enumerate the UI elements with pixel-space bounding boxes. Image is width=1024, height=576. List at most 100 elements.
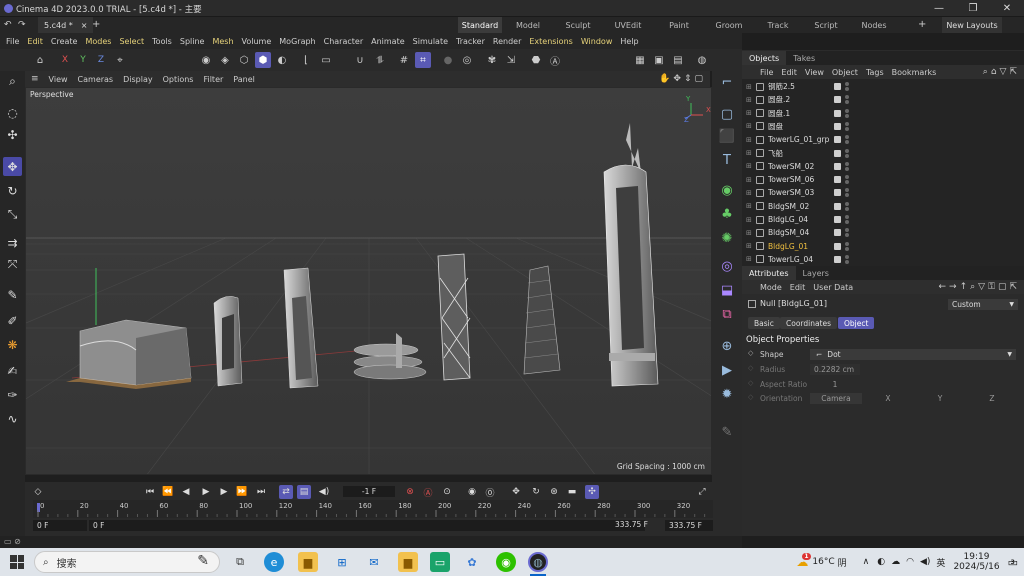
menu-animate[interactable]: Animate <box>371 37 405 46</box>
menu-tracker[interactable]: Tracker <box>456 37 485 46</box>
visibility-dots-icon[interactable] <box>845 188 849 198</box>
objects-menu-file[interactable]: File <box>760 68 773 77</box>
soft-selection-icon[interactable]: ⥮ <box>372 52 388 68</box>
visibility-dots-icon[interactable] <box>845 228 849 238</box>
polygons-mode-icon[interactable]: ⬡ <box>236 52 252 68</box>
app-blue-icon[interactable]: ✿ <box>462 552 482 572</box>
folder-icon[interactable]: ▆ <box>398 552 418 572</box>
transfer-tool-icon[interactable]: ⇉ <box>3 233 22 252</box>
timeline-expand-icon[interactable]: ⤢ <box>695 485 709 499</box>
attributes-menu-mode[interactable]: Mode <box>760 283 782 292</box>
volume-icon[interactable]: ◀) <box>920 557 930 567</box>
text-object-icon[interactable]: T <box>717 150 737 170</box>
visibility-dots-icon[interactable] <box>845 161 849 171</box>
expand-icon[interactable]: ⊞ <box>746 136 756 144</box>
cube-object-icon[interactable]: ⬛ <box>717 126 737 146</box>
play-icon[interactable]: ▶ <box>199 485 213 499</box>
orientation-camera-button[interactable]: Camera <box>810 393 862 404</box>
expand-icon[interactable]: ⊞ <box>746 83 756 91</box>
task-view-icon[interactable]: ⧉ <box>230 552 250 572</box>
viewport-menu-view[interactable]: View <box>49 75 68 84</box>
taskbar-search-box[interactable]: ⌕ 搜索 ✎ <box>34 551 220 573</box>
orientation-x-button[interactable]: X <box>862 394 914 403</box>
deformer-icon[interactable]: ⇲ <box>503 52 519 68</box>
prev-key-icon[interactable]: ⏪ <box>161 485 175 499</box>
tab-objects[interactable]: Objects <box>742 51 787 65</box>
workplane-icon[interactable]: ▭ <box>318 52 334 68</box>
end-frame-field[interactable]: 333.75 F <box>665 520 713 531</box>
preset-dropdown[interactable]: Custom ▼ <box>948 299 1018 310</box>
viewport-menu-display[interactable]: Display <box>123 75 153 84</box>
building-bldglg-01[interactable] <box>66 319 192 389</box>
model-mode-icon[interactable]: ⌂ <box>32 52 48 68</box>
timeline-ruler[interactable]: 0 20 40 60 80 100 120 140 160 180 200 220 240 260 280 3… <box>33 500 713 518</box>
fps-icon[interactable]: ▤ <box>297 485 311 499</box>
objects-menu-tags[interactable]: Tags <box>866 68 884 77</box>
undo-icon[interactable]: ↶ <box>4 20 12 30</box>
layer-check-icon[interactable] <box>834 96 841 104</box>
expand-icon[interactable]: ⊞ <box>746 189 756 197</box>
menu-window[interactable]: Window <box>581 37 613 46</box>
snap-icon[interactable]: ⌊ <box>298 52 314 68</box>
object-list-item[interactable]: ⊞ 圆盘 <box>742 120 1024 133</box>
goto-end-icon[interactable]: ⏭ <box>254 485 268 499</box>
prev-frame-icon[interactable]: ◀ <box>179 485 193 499</box>
menu-extensions[interactable]: Extensions <box>529 37 572 46</box>
current-frame-field[interactable]: -1 F <box>343 486 395 497</box>
layer-check-icon[interactable] <box>834 149 841 157</box>
visibility-dots-icon[interactable] <box>845 121 849 131</box>
field-icon[interactable]: ⬓ <box>717 280 737 300</box>
viewport-menu-filter[interactable]: Filter <box>203 75 223 84</box>
select-tool-icon[interactable]: ◌ <box>3 103 22 122</box>
menu-edit[interactable]: Edit <box>27 37 43 46</box>
search-tool-icon[interactable]: ⌕ <box>3 72 22 91</box>
viewport-hamburger-icon[interactable]: ≡ <box>31 74 39 84</box>
expand-icon[interactable]: ⊞ <box>746 202 756 210</box>
camera-object-icon[interactable]: ▶ <box>717 360 737 380</box>
visibility-dots-icon[interactable] <box>845 241 849 251</box>
object-list-item[interactable]: ⊞ TowerSM_03 <box>742 186 1024 199</box>
mail-icon[interactable]: ✉ <box>364 552 384 572</box>
radius-field[interactable]: 0.2282 cm <box>810 364 860 375</box>
windows-start-icon[interactable] <box>10 555 24 569</box>
attr-tab-object[interactable]: Object <box>838 317 875 329</box>
layer-check-icon[interactable] <box>834 176 841 184</box>
quantize-icon[interactable]: ⌗ <box>415 52 431 68</box>
close-window-button[interactable]: ✕ <box>990 0 1024 17</box>
menu-volume[interactable]: Volume <box>242 37 272 46</box>
light-object-icon[interactable]: ✹ <box>717 384 737 404</box>
sound-icon[interactable]: ◀) <box>317 485 331 499</box>
object-list-item[interactable]: ⊞ TowerLG_04 <box>742 253 1024 266</box>
orientation-z-button[interactable]: Z <box>966 394 1018 403</box>
layout-tab-nodes[interactable]: Nodes <box>850 17 898 33</box>
object-list-item[interactable]: ⊞ BldgSM_04 <box>742 226 1024 239</box>
object-list-item[interactable]: ⊞ BldgLG_01 <box>742 240 1024 253</box>
axis-y-button[interactable]: Y <box>75 52 91 68</box>
edge-browser-icon[interactable]: e <box>264 552 284 572</box>
layer-check-icon[interactable] <box>834 229 841 237</box>
document-tab[interactable]: 5.c4d * × <box>38 17 94 33</box>
layout-tab-standard[interactable]: Standard <box>458 17 502 33</box>
expand-icon[interactable]: ⊞ <box>746 229 756 237</box>
expand-icon[interactable]: ⊞ <box>746 122 756 130</box>
objects-menu-view[interactable]: View <box>805 68 824 77</box>
expand-icon[interactable]: ⊞ <box>746 176 756 184</box>
keyframe-diamond-icon[interactable]: ◇ <box>31 485 45 499</box>
grid-snap-icon[interactable]: # <box>396 52 412 68</box>
layout-tab-paint[interactable]: Paint <box>654 17 704 33</box>
layout-tab-groom[interactable]: Groom <box>704 17 754 33</box>
menu-render[interactable]: Render <box>493 37 521 46</box>
new-layouts-button[interactable]: New Layouts <box>942 17 1002 33</box>
tab-attributes[interactable]: Attributes <box>742 266 796 280</box>
layer-check-icon[interactable] <box>834 189 841 197</box>
visibility-dots-icon[interactable] <box>845 148 849 158</box>
expand-icon[interactable]: ⊞ <box>746 216 756 224</box>
menu-mograph[interactable]: MoGraph <box>279 37 315 46</box>
object-list-item[interactable]: ⊞ 圆盘.2 <box>742 93 1024 106</box>
mograph-icon[interactable]: ✾ <box>484 52 500 68</box>
tray-expand-icon[interactable]: ∧ <box>863 557 870 567</box>
attributes-menu-user-data[interactable]: User Data <box>813 283 853 292</box>
expand-icon[interactable]: ⊞ <box>746 162 756 170</box>
sketch-tool-icon[interactable]: ✐ <box>3 311 22 330</box>
spline-object-icon[interactable]: ▢ <box>717 104 737 124</box>
